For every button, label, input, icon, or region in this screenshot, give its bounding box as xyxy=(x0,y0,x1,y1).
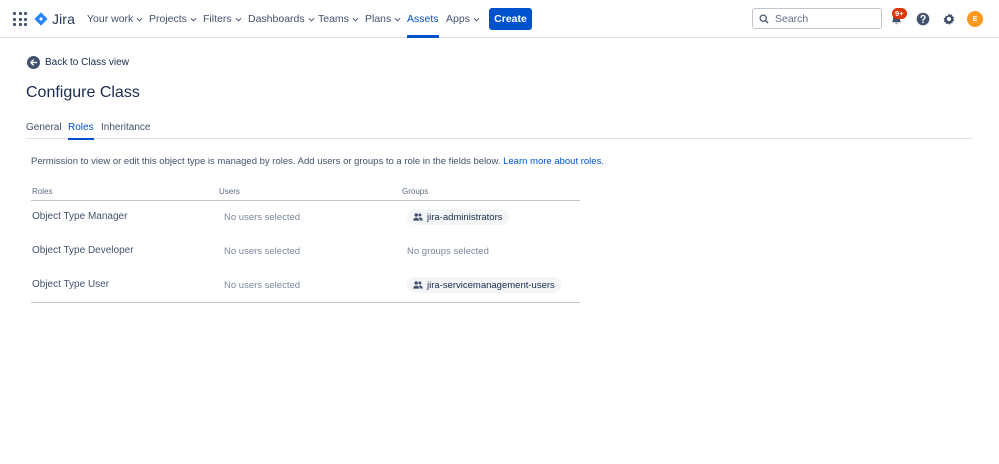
back-to-class-view-link[interactable]: Back to Class view xyxy=(27,56,129,69)
nav-label: Teams xyxy=(318,13,349,25)
chevron-down-icon xyxy=(190,17,197,21)
jira-logo[interactable]: Jira xyxy=(34,10,75,28)
logo-text: Jira xyxy=(52,11,75,27)
chevron-down-icon xyxy=(473,17,480,21)
chevron-down-icon xyxy=(136,17,143,21)
chevron-down-icon xyxy=(352,17,359,21)
arrow-left-icon xyxy=(27,56,40,69)
groups-field[interactable]: No groups selected xyxy=(407,246,489,257)
nav-assets[interactable]: Assets xyxy=(407,0,439,38)
nav-label: Plans xyxy=(365,13,392,25)
jira-logo-icon xyxy=(34,12,48,26)
search-input[interactable] xyxy=(775,12,875,25)
search-icon xyxy=(759,13,769,23)
help-button[interactable] xyxy=(914,10,932,28)
help-icon xyxy=(916,12,930,26)
group-chip[interactable]: jira-administrators xyxy=(407,209,509,225)
nav-dashboards[interactable]: Dashboards xyxy=(248,0,315,38)
column-header-users: Users xyxy=(219,187,240,196)
settings-icon xyxy=(943,13,955,25)
role-name: Object Type Manager xyxy=(32,211,128,222)
learn-more-link[interactable]: Learn more about roles. xyxy=(503,156,604,167)
roles-table: Roles Users Groups Object Type Manager N… xyxy=(31,186,580,303)
users-field[interactable]: No users selected xyxy=(224,212,300,223)
group-name: jira-administrators xyxy=(427,211,503,223)
users-field[interactable]: No users selected xyxy=(224,246,300,257)
group-name: jira-servicemanagement-users xyxy=(427,279,555,291)
nav-label: Assets xyxy=(407,13,439,25)
nav-label: Dashboards xyxy=(248,13,305,25)
nav-label: Filters xyxy=(203,13,232,25)
roles-description: Permission to view or edit this object t… xyxy=(31,156,604,167)
users-field[interactable]: No users selected xyxy=(224,280,300,291)
chevron-down-icon xyxy=(394,17,401,21)
nav-your-work[interactable]: Your work xyxy=(87,0,143,38)
table-row: Object Type Manager No users selected ji… xyxy=(31,201,580,235)
chevron-down-icon xyxy=(308,17,315,21)
column-header-roles: Roles xyxy=(32,187,53,196)
settings-button[interactable] xyxy=(940,10,958,28)
nav-label: Apps xyxy=(446,13,470,25)
role-name: Object Type User xyxy=(32,279,110,290)
avatar[interactable]: E xyxy=(967,11,983,27)
nav-plans[interactable]: Plans xyxy=(365,0,401,38)
nav-label: Projects xyxy=(149,13,187,25)
back-link-label: Back to Class view xyxy=(45,57,129,68)
role-name: Object Type Developer xyxy=(32,245,134,256)
table-row: Object Type User No users selected jira-… xyxy=(31,269,580,303)
group-chip[interactable]: jira-servicemanagement-users xyxy=(407,277,561,293)
people-icon xyxy=(413,281,423,289)
nav-teams[interactable]: Teams xyxy=(318,0,359,38)
nav-apps[interactable]: Apps xyxy=(446,0,480,38)
chevron-down-icon xyxy=(235,17,242,21)
column-header-groups: Groups xyxy=(402,187,429,196)
table-row: Object Type Developer No users selected … xyxy=(31,235,580,269)
notification-count-badge: 9+ xyxy=(892,8,907,19)
tab-inheritance[interactable]: Inheritance xyxy=(101,122,150,139)
page-title: Configure Class xyxy=(26,84,140,101)
tab-bar: General Roles Inheritance xyxy=(26,122,972,140)
people-icon xyxy=(413,213,423,221)
app-switcher-icon[interactable] xyxy=(13,12,27,26)
search-box[interactable] xyxy=(752,8,882,29)
tab-general[interactable]: General xyxy=(26,122,62,139)
top-navigation: Jira Your work Projects Filters Dashboar… xyxy=(0,0,999,38)
nav-filters[interactable]: Filters xyxy=(203,0,242,38)
create-button[interactable]: Create xyxy=(489,8,532,30)
nav-projects[interactable]: Projects xyxy=(149,0,197,38)
nav-label: Your work xyxy=(87,13,134,25)
tab-roles[interactable]: Roles xyxy=(68,122,94,140)
description-text: Permission to view or edit this object t… xyxy=(31,156,501,167)
table-header: Roles Users Groups xyxy=(31,186,580,201)
